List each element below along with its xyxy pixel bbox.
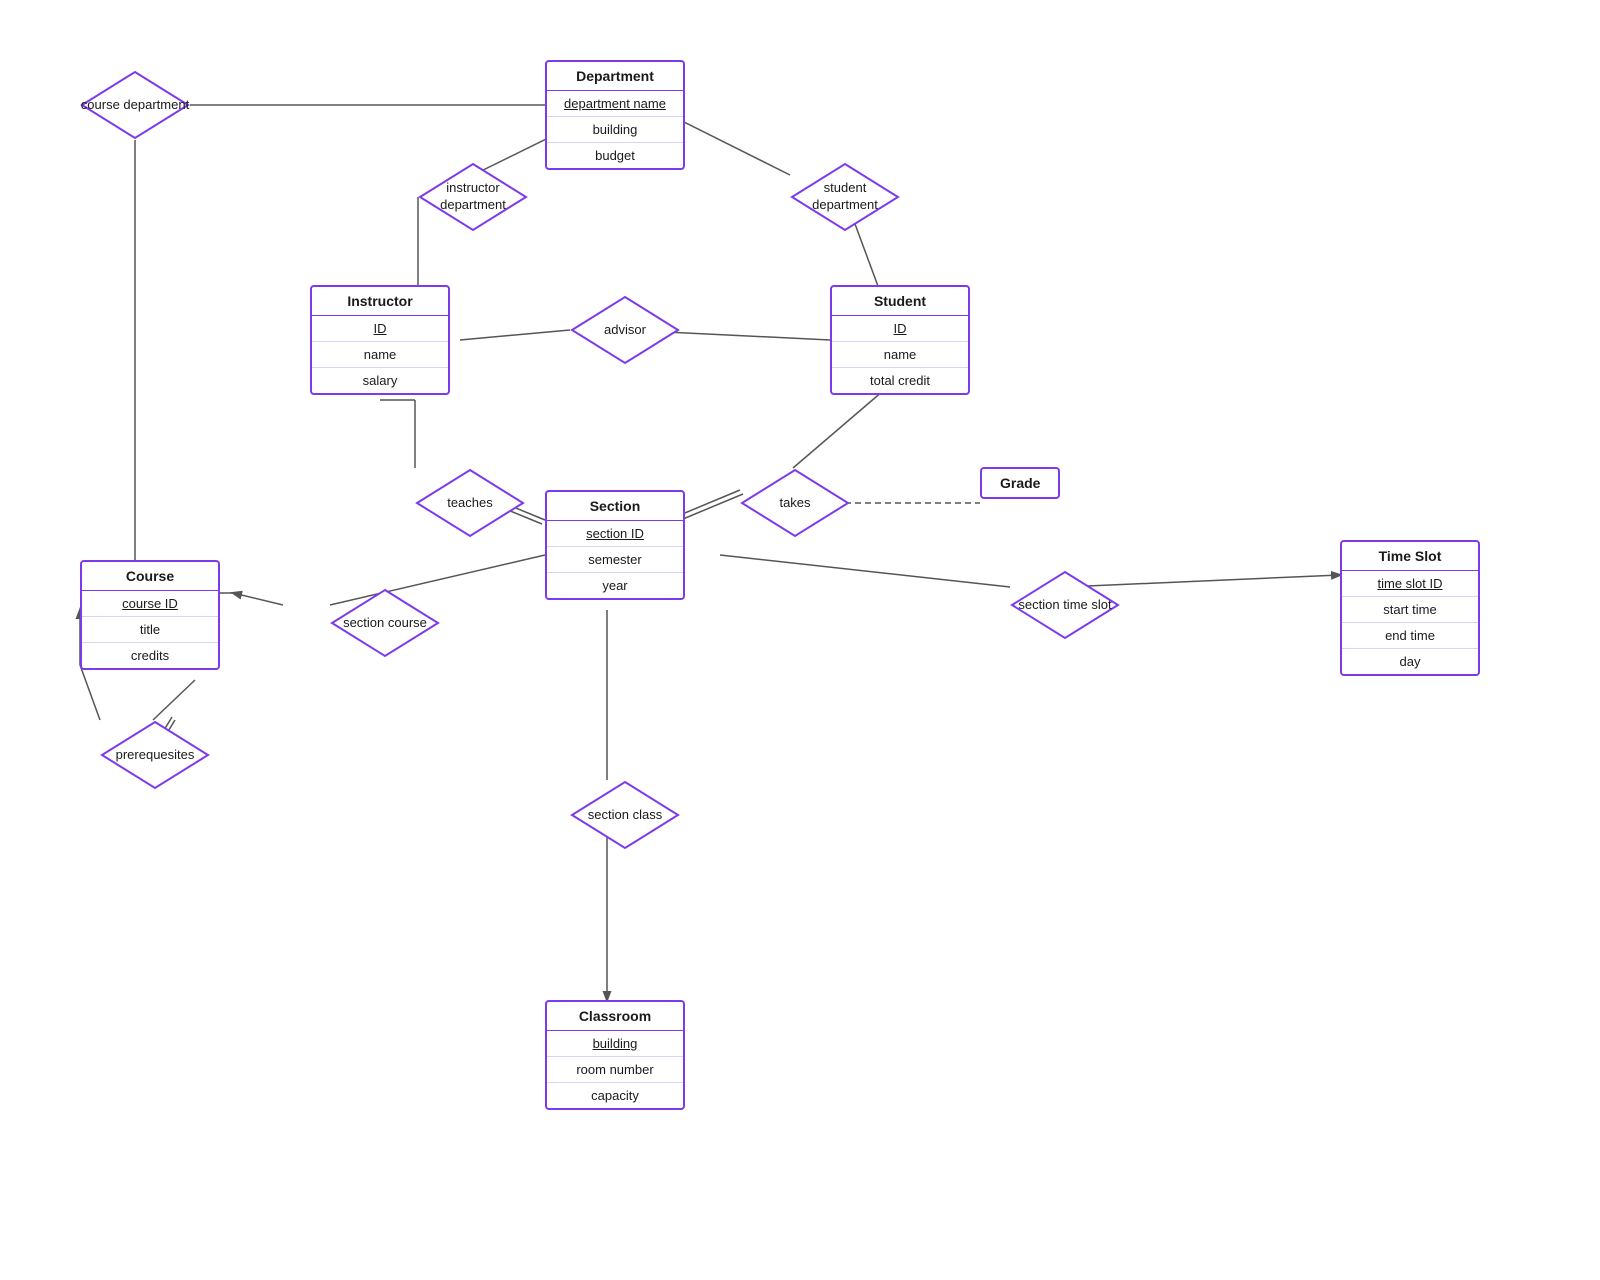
entity-attr-instructor-2: salary bbox=[312, 368, 448, 393]
entity-attr-section-1: semester bbox=[547, 547, 683, 573]
entity-title-student: Student bbox=[832, 287, 968, 316]
diamond-label-sectionCourse: section course bbox=[343, 615, 427, 632]
diamond-label-takes: takes bbox=[779, 495, 810, 512]
diamond-label-instructorDept: instructor department bbox=[418, 180, 528, 214]
entity-attr-course-2: credits bbox=[82, 643, 218, 668]
diamond-advisor: advisor bbox=[570, 295, 680, 365]
entity-attr-section-0: section ID bbox=[547, 521, 683, 547]
entity-attr-classroom-0: building bbox=[547, 1031, 683, 1057]
entity-title-department: Department bbox=[547, 62, 683, 91]
er-diagram-canvas: Departmentdepartment namebuildingbudgetI… bbox=[0, 0, 1600, 1280]
entity-attr-timeslot-2: end time bbox=[1342, 623, 1478, 649]
grade-box: Grade bbox=[980, 467, 1060, 499]
entity-title-classroom: Classroom bbox=[547, 1002, 683, 1031]
entity-title-timeslot: Time Slot bbox=[1342, 542, 1478, 571]
entity-course: Coursecourse IDtitlecredits bbox=[80, 560, 220, 670]
entity-attr-student-2: total credit bbox=[832, 368, 968, 393]
diamond-studentDept: student department bbox=[790, 162, 900, 232]
entity-attr-department-2: budget bbox=[547, 143, 683, 168]
diamond-prereq: prerequesites bbox=[100, 720, 210, 790]
entity-title-course: Course bbox=[82, 562, 218, 591]
entity-attr-classroom-2: capacity bbox=[547, 1083, 683, 1108]
entity-attr-timeslot-3: day bbox=[1342, 649, 1478, 674]
diamond-instructorDept: instructor department bbox=[418, 162, 528, 232]
entity-attr-course-0: course ID bbox=[82, 591, 218, 617]
entity-timeslot: Time Slottime slot IDstart timeend timed… bbox=[1340, 540, 1480, 676]
entity-section: Sectionsection IDsemesteryear bbox=[545, 490, 685, 600]
diamond-label-sectionTimeSlot: section time slot bbox=[1018, 597, 1111, 614]
entity-attr-instructor-0: ID bbox=[312, 316, 448, 342]
diamond-label-teaches: teaches bbox=[447, 495, 493, 512]
entity-attr-classroom-1: room number bbox=[547, 1057, 683, 1083]
entity-classroom: Classroombuildingroom numbercapacity bbox=[545, 1000, 685, 1110]
entity-department: Departmentdepartment namebuildingbudget bbox=[545, 60, 685, 170]
entity-attr-course-1: title bbox=[82, 617, 218, 643]
entity-title-section: Section bbox=[547, 492, 683, 521]
diamond-sectionTimeSlot: section time slot bbox=[1010, 570, 1120, 640]
entity-attr-student-1: name bbox=[832, 342, 968, 368]
entity-attr-department-1: building bbox=[547, 117, 683, 143]
diamond-takes: takes bbox=[740, 468, 850, 538]
diamond-label-advisor: advisor bbox=[604, 322, 646, 339]
diamond-teaches: teaches bbox=[415, 468, 525, 538]
entity-instructor: InstructorIDnamesalary bbox=[310, 285, 450, 395]
diamond-label-prereq: prerequesites bbox=[116, 747, 195, 764]
diamond-courseDept: course department bbox=[80, 70, 190, 140]
diamond-sectionClass: section class bbox=[570, 780, 680, 850]
entity-attr-timeslot-1: start time bbox=[1342, 597, 1478, 623]
entity-title-instructor: Instructor bbox=[312, 287, 448, 316]
entity-attr-timeslot-0: time slot ID bbox=[1342, 571, 1478, 597]
entity-student: StudentIDnametotal credit bbox=[830, 285, 970, 395]
entity-attr-section-2: year bbox=[547, 573, 683, 598]
diamond-sectionCourse: section course bbox=[330, 588, 440, 658]
diamond-label-courseDept: course department bbox=[81, 97, 189, 114]
diamond-label-sectionClass: section class bbox=[588, 807, 662, 824]
entity-attr-department-0: department name bbox=[547, 91, 683, 117]
entity-attr-student-0: ID bbox=[832, 316, 968, 342]
entity-attr-instructor-1: name bbox=[312, 342, 448, 368]
diamond-label-studentDept: student department bbox=[790, 180, 900, 214]
